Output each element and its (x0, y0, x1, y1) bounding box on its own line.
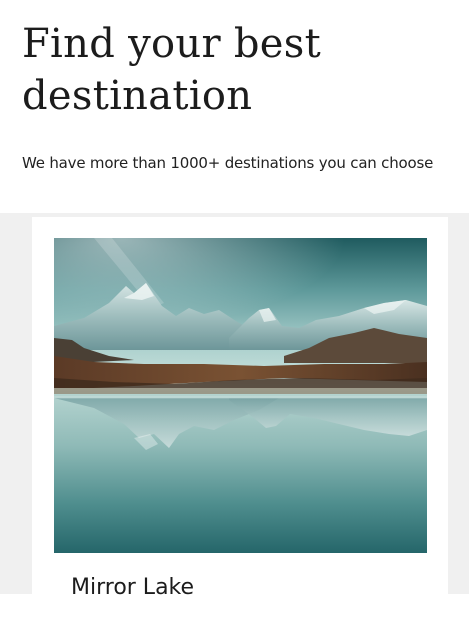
destination-title[interactable]: Mirror Lake (71, 574, 194, 602)
page-subtitle: We have more than 1000+ destinations you… (22, 154, 434, 172)
destination-image[interactable] (54, 238, 427, 553)
page-title: Find your best destination (22, 21, 321, 119)
mountain-lake-reflection-photo (54, 238, 427, 553)
destinations-gallery: Mirror Lake (0, 213, 469, 617)
destination-card[interactable]: Mirror Lake (32, 217, 448, 617)
hero-section: Find your best destination We have more … (0, 0, 469, 213)
